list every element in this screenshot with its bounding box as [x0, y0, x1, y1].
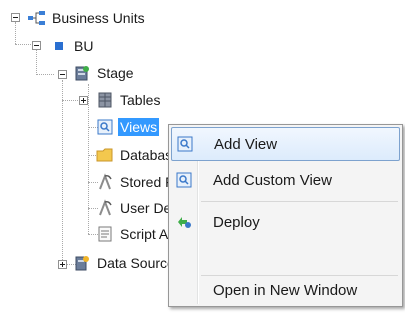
- tree-connector: [88, 84, 89, 234]
- menu-item-blank[interactable]: [171, 243, 400, 277]
- tree-node-stage[interactable]: Stage: [73, 63, 136, 83]
- deploy-icon: [171, 205, 197, 239]
- tree-connector: [36, 50, 37, 75]
- view-icon: [172, 127, 198, 161]
- menu-separator: [201, 201, 398, 202]
- view-icon: [96, 118, 114, 136]
- tree-node-label: Databas: [120, 147, 173, 163]
- tree-node-label: Tables: [120, 92, 161, 108]
- tree-node-business-units[interactable]: Business Units: [28, 8, 147, 28]
- tree-node-stored-procedures[interactable]: Stored F: [96, 172, 176, 192]
- tree-connector: [62, 80, 63, 266]
- menu-item-label: Deploy: [213, 213, 260, 231]
- menu-item-open-in-new-window[interactable]: Open in New Window: [171, 273, 400, 307]
- tree-node-label: Script A: [120, 226, 169, 242]
- tree-node-data-sources[interactable]: Data Source: [73, 253, 177, 273]
- tree-node-label: User De: [120, 200, 172, 216]
- hierarchy-icon: [28, 9, 46, 27]
- tree-connector: [62, 100, 80, 101]
- collapse-toggle-bu[interactable]: [32, 41, 41, 50]
- stored-procedure-icon: [96, 173, 114, 191]
- menu-item-deploy[interactable]: Deploy: [171, 205, 400, 239]
- user-defined-icon: [96, 199, 114, 217]
- tree-connector: [15, 22, 16, 44]
- expand-toggle-data-sources[interactable]: [58, 260, 67, 269]
- menu-item-label: Add View: [214, 135, 278, 153]
- menu-item-label: Open in New Window: [213, 281, 358, 299]
- script-icon: [96, 225, 114, 243]
- tree-node-label: Data Source: [97, 255, 175, 271]
- collapse-toggle-root[interactable]: [11, 13, 20, 22]
- menu-item-add-view[interactable]: Add View: [171, 127, 400, 161]
- expand-toggle-tables[interactable]: [79, 96, 88, 105]
- tree-node-label: Stage: [97, 65, 134, 81]
- context-menu: Add View Add Custom View Deploy Open in …: [168, 124, 403, 307]
- menu-item-label: Add Custom View: [213, 171, 332, 189]
- tree-node-databases[interactable]: Databas: [96, 145, 174, 165]
- folder-icon: [96, 146, 114, 164]
- tree-node-bu[interactable]: BU: [50, 36, 95, 56]
- tree-node-script[interactable]: Script A: [96, 224, 170, 244]
- tree-node-user-defined[interactable]: User De: [96, 198, 173, 218]
- tree-node-label: Views: [118, 118, 160, 136]
- tree-node-views[interactable]: Views: [96, 117, 160, 137]
- view-icon: [171, 163, 197, 197]
- menu-item-add-custom-view[interactable]: Add Custom View: [171, 163, 400, 197]
- tables-icon: [96, 91, 114, 109]
- tree-node-label: Business Units: [52, 10, 145, 26]
- tree-node-label: BU: [74, 38, 94, 54]
- tree-connector: [36, 74, 54, 75]
- tree-node-tables[interactable]: Tables: [96, 90, 162, 110]
- collapse-toggle-stage[interactable]: [58, 70, 67, 79]
- stage-icon: [73, 64, 91, 82]
- data-source-icon: [73, 254, 91, 272]
- blue-square-icon: [50, 37, 68, 55]
